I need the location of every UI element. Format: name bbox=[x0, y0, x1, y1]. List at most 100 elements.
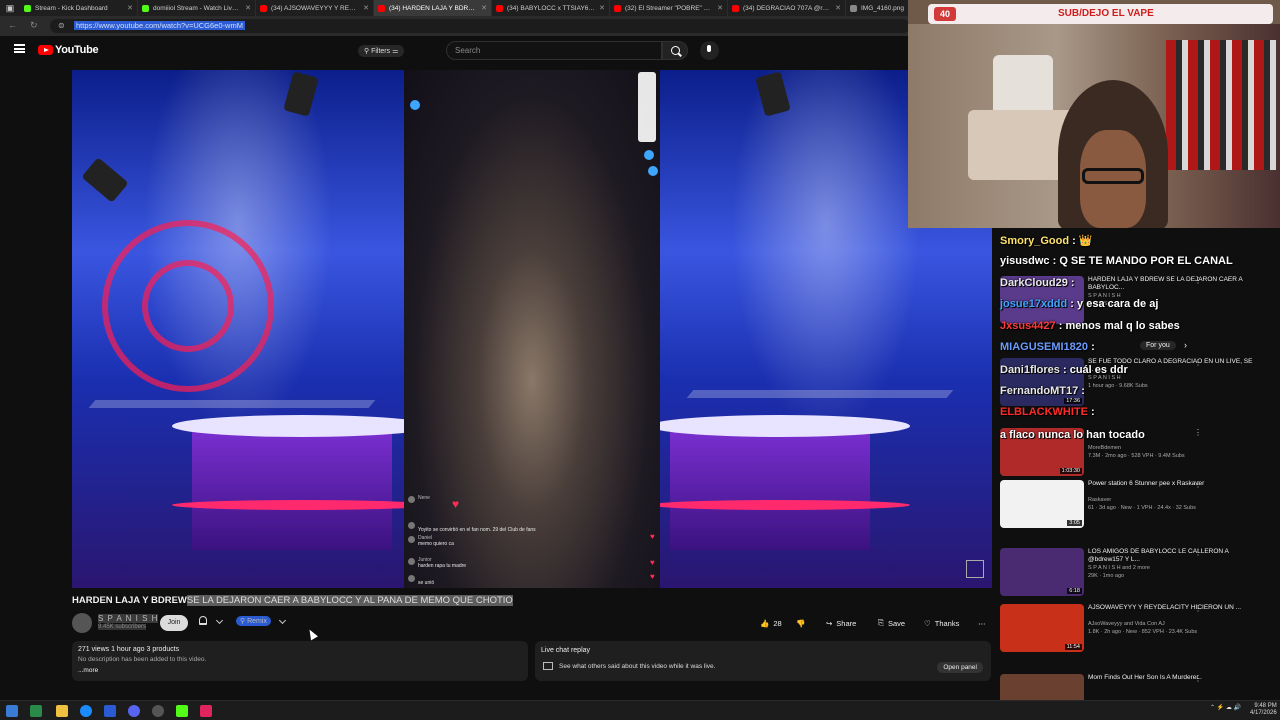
obs-icon[interactable] bbox=[152, 705, 164, 717]
video-channel[interactable]: AJsoWaveyyy and Vida Con AJ bbox=[1088, 621, 1165, 628]
video-channel[interactable]: Raskaver bbox=[1088, 497, 1111, 504]
url-field[interactable]: ⊜ https://www.youtube.com/watch?v=UCG6e0… bbox=[50, 19, 910, 33]
video-thumbnail[interactable]: 6:18 bbox=[1000, 548, 1084, 596]
browser-tab[interactable]: (34) DEGRACIAO 707A @rubas ✕ bbox=[728, 0, 846, 16]
browser-tab[interactable]: (32) El Streamer "POBRE" Más M ✕ bbox=[610, 0, 728, 16]
glasses bbox=[1082, 168, 1144, 184]
video-title-link[interactable]: LOS AMIGOS DE BABYLOCC LE CALLERON A @bd… bbox=[1088, 548, 1258, 564]
open-panel-button[interactable]: Open panel bbox=[937, 662, 983, 673]
more-options-icon[interactable]: ⋮ bbox=[1194, 480, 1202, 489]
chip-for-you[interactable]: For you bbox=[1140, 341, 1176, 350]
close-tab-icon[interactable]: ✕ bbox=[599, 4, 605, 12]
more-options-icon[interactable]: ⋮ bbox=[1194, 604, 1202, 613]
chat-replay-subtitle: See what others said about this video wh… bbox=[559, 663, 716, 670]
video-title-link[interactable]: HARDEN LAJA Y BDREW SE LA DEJARON CAER A… bbox=[1088, 276, 1258, 292]
dislike-button[interactable]: 👎 bbox=[796, 615, 805, 631]
video-title-link[interactable]: Mom Finds Out Her Son Is A Murderer.. bbox=[1088, 674, 1258, 682]
comment-text: se unió bbox=[418, 580, 435, 586]
channel-name[interactable]: S P A N I S H bbox=[98, 614, 159, 623]
back-icon[interactable]: ← bbox=[8, 20, 17, 30]
description-box[interactable]: 271 views 1 hour ago 3 products No descr… bbox=[72, 641, 528, 681]
commenter-avatar bbox=[408, 575, 415, 582]
video-thumbnail[interactable]: 3:05 bbox=[1000, 480, 1084, 528]
windows-taskbar: ⌃ ⚡ ☁ 🔊 9:48 PM 4/17/2026 bbox=[0, 700, 1280, 720]
discord-icon[interactable] bbox=[128, 705, 140, 717]
tray-icons[interactable]: ⌃ ⚡ ☁ 🔊 bbox=[1210, 704, 1241, 711]
heart-icon: ♥ bbox=[650, 532, 655, 541]
video-channel[interactable]: S P A N I S H and 2 more bbox=[1088, 565, 1150, 572]
comment-text: Yoyito se convirtió en el fan nom. 29 de… bbox=[418, 527, 536, 533]
video-title-link[interactable]: AJSOWAVEYYY Y REYDELACITY HICIERON UN ..… bbox=[1088, 604, 1258, 612]
video-channel[interactable]: S P A N I S H bbox=[1088, 375, 1121, 382]
search-input[interactable]: Search bbox=[446, 41, 662, 60]
more-options-icon[interactable]: ⋮ bbox=[1194, 548, 1202, 557]
clock[interactable]: 9:48 PM 4/17/2026 bbox=[1250, 703, 1277, 717]
spotlight bbox=[283, 71, 319, 117]
close-tab-icon[interactable]: ✕ bbox=[481, 4, 487, 12]
youtube-wordmark[interactable]: YouTube bbox=[55, 44, 99, 56]
chat-username: josue17xddd bbox=[1000, 298, 1068, 310]
more-options-icon[interactable]: ⋮ bbox=[1194, 276, 1202, 285]
window-menu-icon[interactable]: ▣ bbox=[0, 0, 20, 16]
like-button[interactable]: 👍 28 bbox=[760, 615, 782, 631]
file-explorer-icon[interactable] bbox=[56, 705, 68, 717]
filters-button[interactable]: ⚲ Filters ⚌ bbox=[358, 45, 405, 57]
chevron-down-icon[interactable] bbox=[215, 616, 224, 625]
clothes-rack bbox=[1166, 40, 1276, 170]
channel-avatar[interactable] bbox=[72, 613, 92, 633]
share-icon: ↪ bbox=[826, 618, 833, 628]
tab-label: domiiiol Stream - Watch Live on Kick bbox=[153, 4, 241, 12]
video-player[interactable]: Nene Yoyito se convirtió en el fan nom. 2… bbox=[72, 70, 992, 588]
video-title-link[interactable]: Power station 6 Stunner pee x Raskaver bbox=[1088, 480, 1258, 488]
tab-label: Stream - Kick Dashboard bbox=[35, 4, 108, 12]
tiktok-icon[interactable] bbox=[200, 705, 212, 717]
bell-icon[interactable] bbox=[199, 616, 207, 625]
webcam-overlay: 40 SUB/DEJO EL VAPE bbox=[908, 0, 1280, 228]
voice-search-button[interactable] bbox=[700, 41, 719, 60]
chat-separator: : bbox=[1067, 298, 1078, 310]
thanks-button[interactable]: ♡ Thanks bbox=[924, 615, 959, 631]
video-title-main: HARDEN LAJA Y BDREW bbox=[72, 595, 187, 606]
chevron-down-icon[interactable] bbox=[278, 616, 287, 625]
site-info-icon[interactable]: ⊜ bbox=[58, 21, 65, 30]
video-thumbnail[interactable] bbox=[1000, 674, 1084, 700]
more-actions-button[interactable]: ⋯ bbox=[978, 615, 986, 631]
close-tab-icon[interactable]: ✕ bbox=[245, 4, 251, 12]
chat-username: ELBLACKWHITE bbox=[1000, 406, 1088, 418]
close-tab-icon[interactable]: ✕ bbox=[717, 4, 723, 12]
browser-tab[interactable]: domiiiol Stream - Watch Live on Kick ✕ bbox=[138, 0, 256, 16]
browser-tab[interactable]: (34) HARDEN LAJA Y BDREW SE L✕ bbox=[374, 0, 492, 16]
tiktok-live-feed: Nene Yoyito se convirtió en el fan nom. 2… bbox=[404, 70, 660, 588]
video-channel[interactable]: MoreBdemen bbox=[1088, 445, 1121, 452]
app-icon[interactable] bbox=[30, 705, 42, 717]
more-options-icon[interactable]: ⋮ bbox=[1194, 674, 1202, 683]
reload-icon[interactable]: ↻ bbox=[30, 20, 38, 31]
youtube-logo-icon[interactable] bbox=[38, 45, 53, 55]
edge-icon[interactable] bbox=[80, 705, 92, 717]
search-button[interactable] bbox=[662, 41, 688, 60]
browser-tab[interactable]: (34) AJSOWAVEYYY Y REYDELACITY ✕ bbox=[256, 0, 374, 16]
kick-icon[interactable] bbox=[176, 705, 188, 717]
start-icon[interactable] bbox=[6, 705, 18, 717]
close-tab-icon[interactable]: ✕ bbox=[363, 4, 369, 12]
fullscreen-icon[interactable] bbox=[966, 560, 984, 578]
news-desk bbox=[192, 430, 392, 550]
video-duration: 17:36 bbox=[1064, 398, 1082, 404]
save-button[interactable]: ⎘ Save bbox=[878, 615, 905, 631]
video-thumbnail[interactable]: 11:54 bbox=[1000, 604, 1084, 652]
more-options-icon[interactable]: ⋮ bbox=[1194, 428, 1202, 437]
join-button[interactable]: Join bbox=[160, 615, 188, 631]
hamburger-menu-icon[interactable] bbox=[14, 44, 25, 53]
more-options-icon[interactable]: ⋮ bbox=[1194, 358, 1202, 367]
chat-message: MIAGUSEMI1820 : bbox=[1000, 341, 1095, 353]
browser-tab[interactable]: Stream - Kick Dashboard ✕ bbox=[20, 0, 138, 16]
close-tab-icon[interactable]: ✕ bbox=[127, 4, 133, 12]
tab-favicon-icon bbox=[496, 4, 503, 12]
share-button[interactable]: ↪ Share bbox=[826, 615, 856, 631]
app-icon[interactable] bbox=[104, 705, 116, 717]
chevron-right-icon[interactable]: › bbox=[1184, 340, 1187, 350]
show-more-link[interactable]: ...more bbox=[78, 667, 98, 674]
remix-button[interactable]: ⚲ Remix bbox=[236, 616, 271, 626]
close-tab-icon[interactable]: ✕ bbox=[835, 4, 841, 12]
browser-tab[interactable]: (34) BABYLOCC x TTSIAY69 - EVE ✕ bbox=[492, 0, 610, 16]
